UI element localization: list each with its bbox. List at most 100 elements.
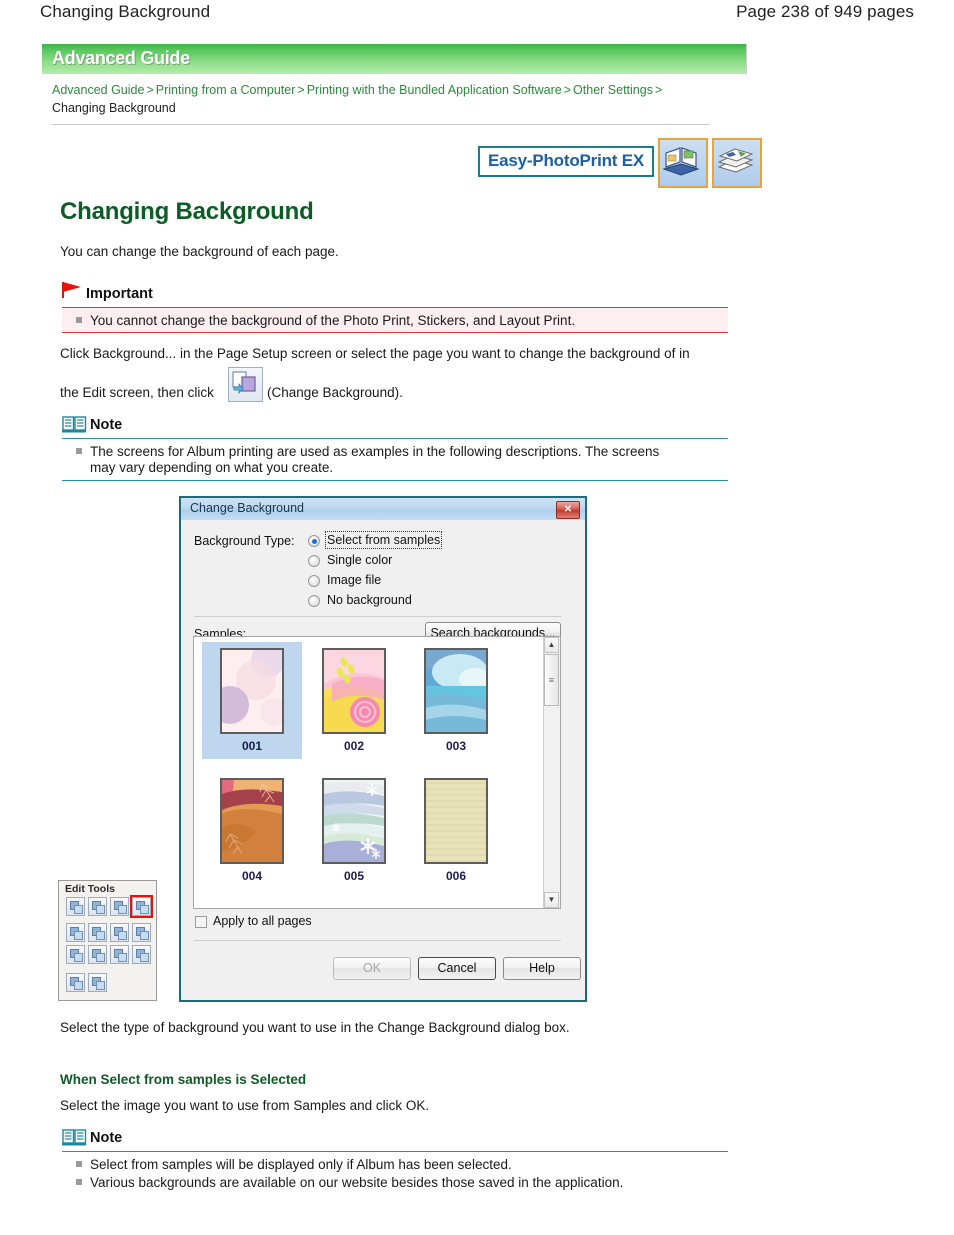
sample-item-partial-2[interactable]: [304, 902, 404, 909]
samples-scrollbar[interactable]: ▲ ≡ ▼: [543, 637, 560, 908]
close-icon[interactable]: ✕: [556, 501, 580, 519]
red-flag-icon: [62, 281, 84, 299]
background-type-label: Background Type:: [194, 534, 295, 548]
sample-thumbnail: [322, 648, 386, 734]
sample-caption: 004: [241, 869, 263, 883]
change-background-tool[interactable]: [130, 895, 153, 918]
edit-tools-palette: Edit Tools: [58, 880, 157, 1001]
sample-caption: 006: [445, 869, 467, 883]
page-indicator: Page 238 of 949 pages: [736, 2, 914, 21]
dialog-divider-1: [194, 616, 561, 617]
sample-caption: 001: [241, 739, 263, 753]
instruction-line-1: Click Background... in the Page Setup sc…: [60, 346, 690, 361]
sample-caption: 002: [343, 739, 365, 753]
page-title: Changing Background: [60, 198, 314, 225]
note2-heading: Note: [90, 1130, 123, 1146]
radio-indicator[interactable]: [308, 575, 320, 587]
sample-item-004[interactable]: 004: [202, 772, 302, 889]
banner-label: Advanced Guide: [52, 48, 190, 68]
product-logo-row: Easy-PhotoPrint EX: [478, 138, 763, 188]
edit-text-tool[interactable]: [88, 973, 107, 992]
zoom-tool[interactable]: [88, 897, 107, 916]
sample-item-partial-3[interactable]: [406, 902, 506, 909]
radio-label: Image file: [327, 573, 382, 587]
note2-item-1: Various backgrounds are available on our…: [90, 1175, 624, 1190]
note1-heading: Note: [90, 417, 123, 433]
sample-thumbnail: [322, 778, 386, 864]
section-paragraph: Select the image you want to use from Sa…: [60, 1098, 430, 1113]
sample-item-005[interactable]: 005: [304, 772, 404, 889]
add-page-tool[interactable]: [66, 945, 85, 964]
product-name-badge: Easy-PhotoPrint EX: [478, 146, 655, 177]
sample-item-003[interactable]: 003: [406, 642, 506, 759]
breadcrumb-item-printing-from-a-computer[interactable]: Printing from a Computer: [156, 83, 296, 97]
note2-bullet-0: [76, 1161, 82, 1167]
scrollbar-thumb[interactable]: ≡: [544, 654, 559, 706]
dialog-divider-2: [194, 940, 561, 941]
breadcrumb-separator: >: [297, 83, 305, 97]
radio-label: Select from samples: [324, 531, 443, 549]
cancel-button[interactable]: Cancel: [418, 957, 496, 980]
change-background-icon: [228, 367, 263, 402]
sample-item-006[interactable]: 006: [406, 772, 506, 889]
add-text-tool[interactable]: [66, 973, 85, 992]
layout-tool[interactable]: [110, 897, 129, 916]
instruction-line-2-prefix: the Edit screen, then click: [60, 385, 214, 400]
rotate-page-tool[interactable]: [66, 897, 85, 916]
sample-thumbnail: [424, 648, 488, 734]
important-heading: Important: [86, 286, 153, 302]
dialog-title: Change Background: [190, 501, 304, 515]
dialog-title-bar: Change Background ✕: [181, 498, 585, 521]
breadcrumb: Advanced Guide > Printing from a Computer >…: [52, 81, 752, 117]
open-book-icon: [62, 1128, 87, 1147]
radio-label: No background: [327, 593, 412, 607]
frame-tool[interactable]: [110, 945, 129, 964]
advanced-guide-banner: Advanced Guide: [42, 44, 747, 74]
instruction-line-2-suffix: (Change Background).: [267, 385, 403, 400]
scroll-up-icon[interactable]: ▲: [544, 637, 559, 653]
dialog-body: Background Type: Select from samples Sin…: [181, 520, 585, 1000]
apply-to-all-checkbox[interactable]: [195, 916, 207, 928]
sample-item-001[interactable]: 001: [202, 642, 302, 759]
breadcrumb-item-printing-bundled-software[interactable]: Printing with the Bundled Application So…: [307, 83, 562, 97]
change-background-dialog: Change Background ✕ Background Type: Sel…: [179, 496, 587, 1002]
duplicate-page-tool[interactable]: [88, 945, 107, 964]
intro-paragraph: You can change the background of each pa…: [60, 244, 339, 259]
sample-thumbnail: [220, 908, 284, 909]
breadcrumb-divider: [52, 124, 710, 125]
breadcrumb-item-current: Changing Background: [52, 101, 176, 115]
breadcrumb-item-advanced-guide[interactable]: Advanced Guide: [52, 83, 144, 97]
sample-caption: 003: [445, 739, 467, 753]
sample-thumbnail: [322, 908, 386, 909]
radio-indicator[interactable]: [308, 555, 320, 567]
samples-list[interactable]: 001 002 003 004 005 006 ▲ ≡ ▼: [193, 636, 561, 909]
scroll-down-icon[interactable]: ▼: [544, 892, 559, 908]
radio-indicator[interactable]: [308, 595, 320, 607]
breadcrumb-item-other-settings[interactable]: Other Settings: [573, 83, 653, 97]
sample-thumbnail: [424, 778, 488, 864]
sample-item-002[interactable]: 002: [304, 642, 404, 759]
edit-image-tool[interactable]: [88, 923, 107, 942]
apply-to-all-label: Apply to all pages: [213, 914, 312, 928]
important-bullet: [76, 317, 82, 323]
palette-color-tool[interactable]: [132, 945, 151, 964]
note2-item-0: Select from samples will be displayed on…: [90, 1157, 512, 1172]
note1-rule-top: [62, 438, 728, 439]
document-title: Changing Background: [40, 2, 211, 21]
help-button[interactable]: Help: [503, 957, 581, 980]
stacked-photos-icon: [712, 138, 763, 188]
add-image-tool[interactable]: [66, 923, 85, 942]
radio-indicator[interactable]: [308, 535, 320, 547]
note2-bullet-1: [76, 1179, 82, 1185]
correct-image-tool[interactable]: [132, 923, 151, 942]
after-dialog-paragraph: Select the type of background you want t…: [60, 1020, 570, 1035]
sample-item-partial-1[interactable]: [202, 902, 302, 909]
ok-button[interactable]: OK: [333, 957, 411, 980]
sample-thumbnail: [220, 778, 284, 864]
open-book-icon: [62, 415, 87, 434]
swap-image-tool[interactable]: [110, 923, 129, 942]
note1-bullet: [76, 448, 82, 454]
open-album-book-icon: [658, 138, 709, 188]
sample-thumbnail: [424, 908, 488, 909]
radio-label: Single color: [327, 553, 393, 567]
